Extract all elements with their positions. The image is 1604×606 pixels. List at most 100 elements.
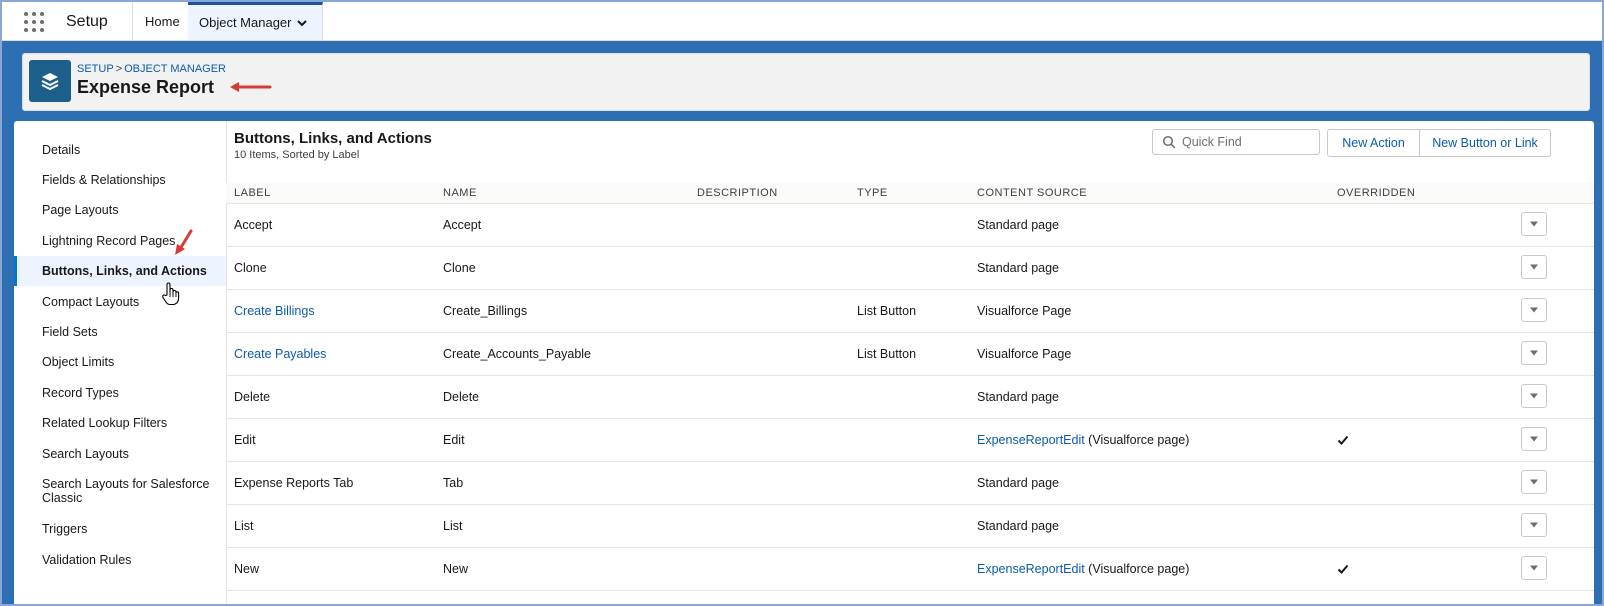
content-source-text: Standard page xyxy=(977,261,1060,275)
row-menu-button[interactable] xyxy=(1521,470,1547,494)
column-header-content-source[interactable]: CONTENT SOURCE xyxy=(977,187,1087,199)
row-menu-button[interactable] xyxy=(1521,298,1547,322)
row-content-source: ExpenseReportEdit (Visualforce page) xyxy=(977,562,1189,576)
row-menu-button[interactable] xyxy=(1521,212,1547,236)
row-menu-button[interactable] xyxy=(1521,384,1547,408)
page-title: Expense Report xyxy=(77,77,215,97)
setup-window: Setup Home Object Manager SETUP > OBJECT M… xyxy=(0,0,1604,606)
column-header-name[interactable]: NAME xyxy=(443,187,477,199)
row-menu-button[interactable] xyxy=(1521,513,1547,537)
row-name: Create_Billings xyxy=(443,304,528,318)
check-icon xyxy=(1337,564,1349,574)
content-source-text: Standard page xyxy=(977,519,1060,533)
table-header: LABEL NAME DESCRIPTION TYPE CONTENT SOUR… xyxy=(226,183,1594,204)
row-content-source: Standard page xyxy=(977,261,1059,275)
row-content-source: Visualforce Page xyxy=(977,347,1071,361)
sidebar-item-object-limits[interactable]: Object Limits xyxy=(14,355,226,369)
tab-object-manager-label: Object Manager xyxy=(199,15,292,30)
sidebar-item-search-layouts[interactable]: Search Layouts xyxy=(14,447,226,461)
row-menu-button[interactable] xyxy=(1521,556,1547,580)
column-header-label[interactable]: LABEL xyxy=(234,187,271,199)
row-type: List Button xyxy=(857,304,917,318)
content-source-text: Visualforce Page xyxy=(977,347,1072,361)
tab-home[interactable]: Home xyxy=(132,2,193,40)
search-icon xyxy=(1162,135,1176,149)
content-source-link[interactable]: ExpenseReportEdit xyxy=(977,433,1085,447)
row-name: Edit xyxy=(443,433,465,447)
table-row: New New ExpenseReportEdit (Visualforce pag… xyxy=(226,548,1594,591)
list-subtitle: 10 Items, Sorted by Label xyxy=(234,149,360,161)
content-source-text: Standard page xyxy=(977,476,1060,490)
row-content-source: Standard page xyxy=(977,476,1059,490)
row-name: Create_Accounts_Payable xyxy=(443,347,592,361)
content-source-text: (Visualforce page) xyxy=(1084,562,1190,576)
column-header-overridden[interactable]: OVERRIDDEN xyxy=(1337,187,1415,199)
sidebar-item-buttons-links-and-actions[interactable]: Buttons, Links, and Actions xyxy=(14,256,226,286)
quick-find-input[interactable] xyxy=(1180,134,1314,150)
breadcrumb-separator: > xyxy=(115,63,123,75)
row-content-source: Visualforce Page xyxy=(977,304,1071,318)
red-arrow-icon xyxy=(230,82,272,92)
sidebar-item-fields-relationships[interactable]: Fields & Relationships xyxy=(14,173,226,187)
row-menu-icon xyxy=(1530,393,1538,399)
row-type: List Button xyxy=(857,347,917,361)
quick-find-box xyxy=(1152,129,1320,155)
column-header-description[interactable]: DESCRIPTION xyxy=(697,187,778,199)
content-source-text: (Visualforce page) xyxy=(1084,433,1190,447)
sidebar-item-related-lookup-filters[interactable]: Related Lookup Filters xyxy=(14,416,226,430)
sidebar-item-lightning-record-pages[interactable]: Lightning Record Pages xyxy=(14,234,226,248)
red-arrow-icon xyxy=(175,229,193,255)
sidebar-item-search-layouts-for-salesforce-classic[interactable]: Search Layouts for Salesforce Classic xyxy=(14,477,214,505)
tab-object-manager[interactable]: Object Manager xyxy=(188,2,323,40)
new-action-button[interactable]: New Action xyxy=(1327,129,1420,157)
sidebar-item-field-sets[interactable]: Field Sets xyxy=(14,325,226,339)
row-menu-icon xyxy=(1530,436,1538,442)
new-button-or-link-button[interactable]: New Button or Link xyxy=(1419,129,1551,157)
breadcrumb-setup[interactable]: SETUP xyxy=(77,63,114,75)
sidebar-item-compact-layouts[interactable]: Compact Layouts xyxy=(14,295,226,309)
row-label: Edit xyxy=(234,433,256,447)
row-menu-icon xyxy=(1530,479,1538,485)
row-menu-icon xyxy=(1530,307,1538,313)
row-menu-button[interactable] xyxy=(1521,341,1547,365)
table-row: Expense Reports Tab Tab Standard page xyxy=(226,462,1594,505)
row-label: List xyxy=(234,519,254,533)
row-menu-icon xyxy=(1530,264,1538,270)
sidebar-item-record-types[interactable]: Record Types xyxy=(14,386,226,400)
object-sidebar: Details Fields & Relationships Page Layout… xyxy=(14,121,227,604)
breadcrumb: SETUP > OBJECT MANAGER xyxy=(77,63,226,75)
row-menu-button[interactable] xyxy=(1521,255,1547,279)
table-row: Edit Edit ExpenseReportEdit (Visualforce p… xyxy=(226,419,1594,462)
chevron-down-icon[interactable] xyxy=(296,17,308,29)
table-row: List List Standard page xyxy=(226,505,1594,548)
sidebar-item-page-layouts[interactable]: Page Layouts xyxy=(14,203,226,217)
sidebar-item-validation-rules[interactable]: Validation Rules xyxy=(14,553,226,567)
row-menu-icon xyxy=(1530,350,1538,356)
row-label: New xyxy=(234,562,260,576)
row-name: List xyxy=(443,519,463,533)
row-label: Expense Reports Tab xyxy=(234,476,354,490)
global-nav-bar: Setup Home Object Manager xyxy=(2,2,1602,41)
table-row: Delete Delete Standard page xyxy=(226,376,1594,419)
app-launcher-icon[interactable] xyxy=(24,12,44,32)
row-content-source: Standard page xyxy=(977,218,1059,232)
content-source-text: Visualforce Page xyxy=(977,304,1072,318)
row-label: Clone xyxy=(234,261,267,275)
breadcrumb-object-manager[interactable]: OBJECT MANAGER xyxy=(124,63,226,75)
hand-cursor-icon xyxy=(162,282,180,306)
object-manager-card: Details Fields & Relationships Page Layout… xyxy=(14,121,1594,604)
row-label: Accept xyxy=(234,218,273,232)
content-source-link[interactable]: ExpenseReportEdit xyxy=(977,562,1085,576)
row-label-link[interactable]: Create Payables xyxy=(234,347,326,361)
table-row: Clone Clone Standard page xyxy=(226,247,1594,290)
sidebar-item-triggers[interactable]: Triggers xyxy=(14,522,226,536)
row-label: Delete xyxy=(234,390,271,404)
table-row: Create Billings Create_Billings List Butto… xyxy=(226,290,1594,333)
row-menu-button[interactable] xyxy=(1521,427,1547,451)
sidebar-item-details[interactable]: Details xyxy=(14,143,226,157)
row-name: Clone xyxy=(443,261,476,275)
table-row: Create Payables Create_Accounts_Payable Li… xyxy=(226,333,1594,376)
content-source-text: Standard page xyxy=(977,390,1060,404)
row-label-link[interactable]: Create Billings xyxy=(234,304,315,318)
column-header-type[interactable]: TYPE xyxy=(857,187,888,199)
